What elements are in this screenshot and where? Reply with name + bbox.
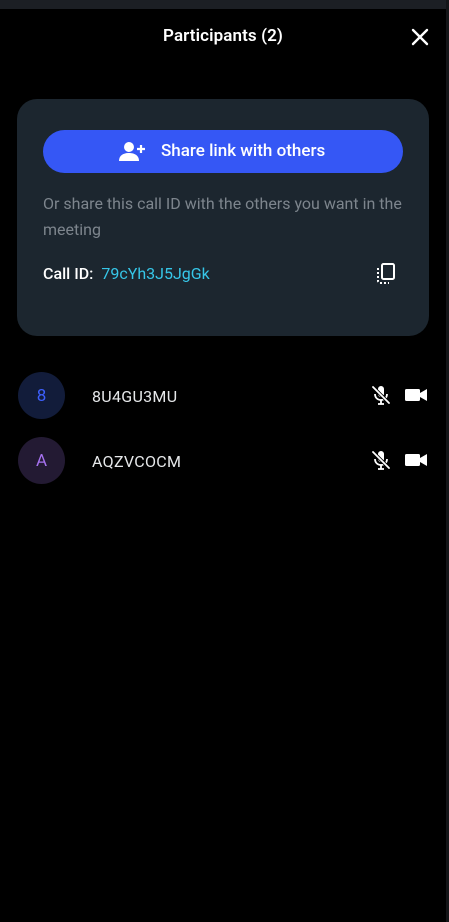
mic-off-icon[interactable] xyxy=(370,449,392,471)
avatar: A xyxy=(18,437,65,484)
avatar: 8 xyxy=(18,372,65,419)
share-description: Or share this call ID with the others yo… xyxy=(43,194,402,239)
person-add-icon xyxy=(119,142,145,161)
mic-off-icon[interactable] xyxy=(370,384,392,406)
call-id-row: Call ID: 79cYh3J5JgGk xyxy=(43,262,403,288)
copy-icon[interactable] xyxy=(375,262,397,284)
participant-name: 8U4GU3MU xyxy=(92,387,178,406)
top-status-strip xyxy=(0,0,449,9)
close-button[interactable] xyxy=(408,25,432,49)
share-link-button[interactable]: Share link with others xyxy=(43,130,403,173)
call-id-value[interactable]: 79cYh3J5JgGk xyxy=(101,264,209,283)
close-icon xyxy=(411,28,429,46)
share-card: Share link with others Or share this cal… xyxy=(17,99,429,336)
page-title: Participants (2) xyxy=(163,26,283,46)
participant-row[interactable]: 8 8U4GU3MU xyxy=(17,371,429,436)
videocam-icon[interactable] xyxy=(404,385,428,405)
share-link-label: Share link with others xyxy=(161,141,326,161)
participant-name: AQZVCOCM xyxy=(92,452,182,471)
participant-list: 8 8U4GU3MU A AQZVCOCM xyxy=(17,371,429,501)
participant-row[interactable]: A AQZVCOCM xyxy=(17,436,429,501)
call-id-label: Call ID: xyxy=(43,264,94,283)
panel-header: Participants (2) xyxy=(0,9,446,67)
videocam-icon[interactable] xyxy=(404,450,428,470)
